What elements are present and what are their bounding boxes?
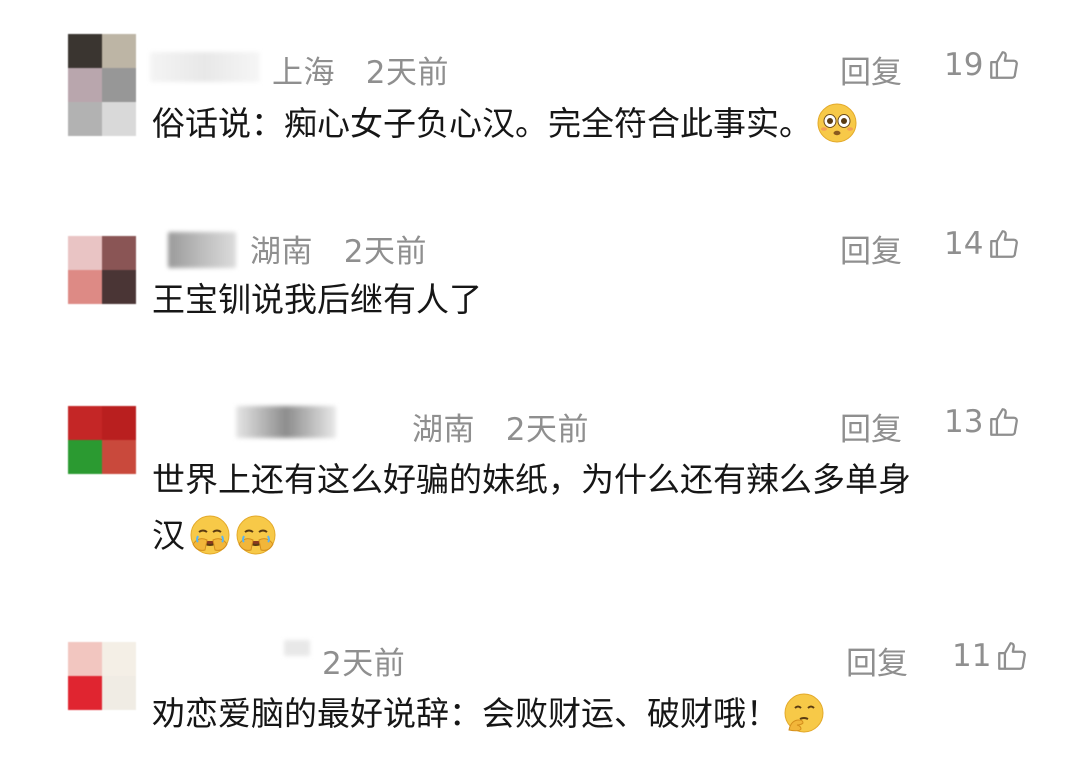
comment-text: 王宝钏说我后继有人了 (152, 280, 482, 319)
reply-button[interactable]: 回复 (840, 226, 902, 271)
comment-text: 劝恋爱脑的最好说辞：会败财运、破财哦！ (152, 686, 825, 742)
comment-meta: 湖南 2天前 (250, 226, 427, 271)
avatar-pixel (102, 270, 136, 304)
like-count: 19 (944, 47, 984, 83)
avatar-pixel (68, 236, 102, 270)
like-button[interactable]: 11 (952, 638, 1029, 674)
reply-button[interactable]: 回复 (846, 638, 908, 683)
timestamp: 2天前 (365, 55, 449, 91)
avatar[interactable] (68, 34, 136, 136)
avatar[interactable] (68, 642, 136, 710)
avatar-pixel (102, 642, 136, 676)
avatar[interactable] (68, 236, 136, 304)
avatar-pixel (68, 68, 102, 102)
username-blurred[interactable] (168, 232, 236, 268)
reply-button[interactable]: 回复 (840, 47, 902, 92)
location: 湖南 (250, 234, 313, 270)
avatar-pixel (68, 440, 102, 474)
reply-button[interactable]: 回复 (840, 404, 902, 449)
thumbs-up-icon (990, 51, 1019, 79)
like-count: 14 (944, 226, 984, 262)
thinking-face-icon (784, 693, 824, 732)
avatar-pixel (68, 34, 102, 68)
avatar-pixel (102, 68, 136, 102)
avatar-pixel (68, 270, 102, 304)
thumbs-up-icon (990, 408, 1019, 436)
avatar-pixel (68, 102, 102, 136)
comment-body: 汉 (152, 516, 185, 555)
comment-text-line-2: 汉 (152, 508, 277, 564)
thumbs-up-icon (990, 230, 1019, 258)
comment-text-line-1: 世界上还有这么好骗的妹纸，为什么还有辣么多单身 (152, 460, 911, 499)
comment-body: 劝恋爱脑的最好说辞：会败财运、破财哦！ (152, 694, 779, 733)
like-count: 13 (944, 404, 984, 440)
timestamp: 2天前 (505, 412, 589, 448)
avatar-pixel (102, 440, 136, 474)
face-palm-icon (236, 515, 276, 554)
location: 上海 (272, 55, 335, 91)
comment-body: 俗话说：痴心女子负心汉。完全符合此事实。 (152, 104, 812, 143)
comment-meta: 湖南 2天前 (412, 404, 589, 449)
comment-text: 俗话说：痴心女子负心汉。完全符合此事实。 (152, 96, 858, 152)
username-blurred[interactable] (284, 640, 310, 656)
avatar-pixel (102, 676, 136, 710)
avatar-pixel (102, 406, 136, 440)
like-count: 11 (952, 638, 992, 674)
username-blurred[interactable] (236, 406, 336, 438)
timestamp: 2天前 (343, 234, 427, 270)
avatar-pixel (68, 676, 102, 710)
face-palm-icon (190, 515, 230, 554)
like-button[interactable]: 13 (944, 404, 1021, 440)
avatar-pixel (102, 102, 136, 136)
avatar-pixel (68, 406, 102, 440)
comment-meta: 2天前 (322, 638, 405, 683)
avatar[interactable] (68, 406, 136, 474)
timestamp: 2天前 (322, 646, 406, 682)
avatar-pixel (102, 34, 136, 68)
like-button[interactable]: 14 (944, 226, 1021, 262)
thumbs-up-icon (998, 642, 1027, 670)
avatar-pixel (102, 236, 136, 270)
flushed-face-icon (817, 103, 857, 142)
comment-meta: 上海 2天前 (272, 47, 449, 92)
location: 湖南 (412, 412, 475, 448)
avatar-pixel (68, 642, 102, 676)
username-blurred[interactable] (150, 52, 260, 82)
like-button[interactable]: 19 (944, 47, 1021, 83)
